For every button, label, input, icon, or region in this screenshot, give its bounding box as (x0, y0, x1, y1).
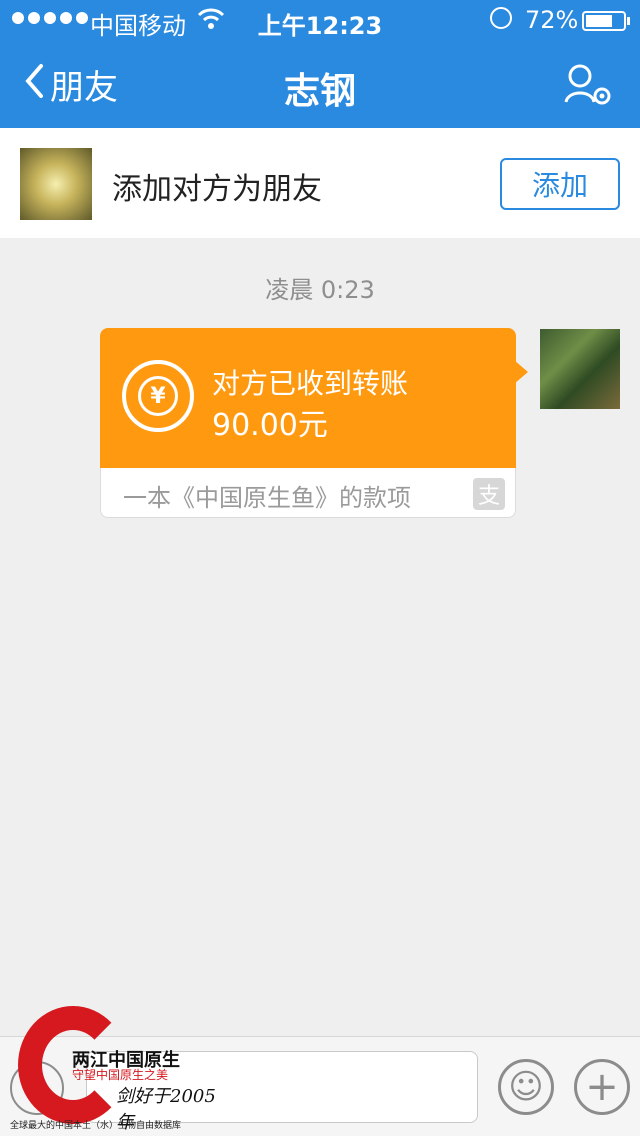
watermark-logo: 两江中国原生 守望中国原生之美 剑好于2005年 全球最大的中国本土（水）生物自… (6, 998, 226, 1133)
add-friend-button[interactable]: 添加 (500, 158, 620, 210)
status-bar: 中国移动 上午12:23 72% (0, 0, 640, 40)
bubble-tail (514, 360, 528, 384)
battery-tip (627, 17, 630, 25)
profile-settings-icon[interactable] (562, 62, 614, 108)
transfer-message-bubble[interactable]: ¥ 对方已收到转账 90.00元 一本《中国原生鱼》的款项 支 (100, 328, 528, 518)
more-button[interactable]: + (574, 1059, 630, 1115)
transfer-card-header: ¥ 对方已收到转账 90.00元 (100, 328, 516, 468)
transfer-amount: 90.00元 (212, 408, 328, 443)
transfer-card-footer: 一本《中国原生鱼》的款项 支 (100, 468, 516, 518)
nav-bar: 朋友 志钢 (0, 40, 640, 128)
add-friend-bar: 添加对方为朋友 添加 (0, 128, 640, 238)
message-timestamp: 凌晨 0:23 (265, 276, 375, 304)
page-title: 志钢 (283, 71, 356, 112)
rotation-lock-icon (490, 7, 512, 29)
battery-icon (582, 11, 626, 31)
top-bar: 中国移动 上午12:23 72% 朋友 志钢 (0, 0, 640, 128)
battery-level (586, 15, 612, 27)
alipay-icon: 支 (473, 478, 505, 510)
transfer-icon: ¥ (122, 360, 194, 432)
battery-percent: 72% (525, 6, 579, 34)
transfer-status: 对方已收到转账 (212, 367, 409, 400)
watermark-footer: 全球最大的中国本土（水）生物自由数据库 (10, 1121, 182, 1131)
sender-avatar[interactable] (540, 329, 620, 409)
transfer-note: 一本《中国原生鱼》的款项 (123, 484, 411, 512)
emoji-button[interactable]: ☺ (498, 1059, 554, 1115)
watermark-slogan: 守望中国原生之美 (72, 1068, 169, 1082)
contact-avatar[interactable] (20, 148, 92, 220)
add-friend-prompt: 添加对方为朋友 (112, 172, 322, 207)
yuan-icon: ¥ (138, 376, 178, 416)
